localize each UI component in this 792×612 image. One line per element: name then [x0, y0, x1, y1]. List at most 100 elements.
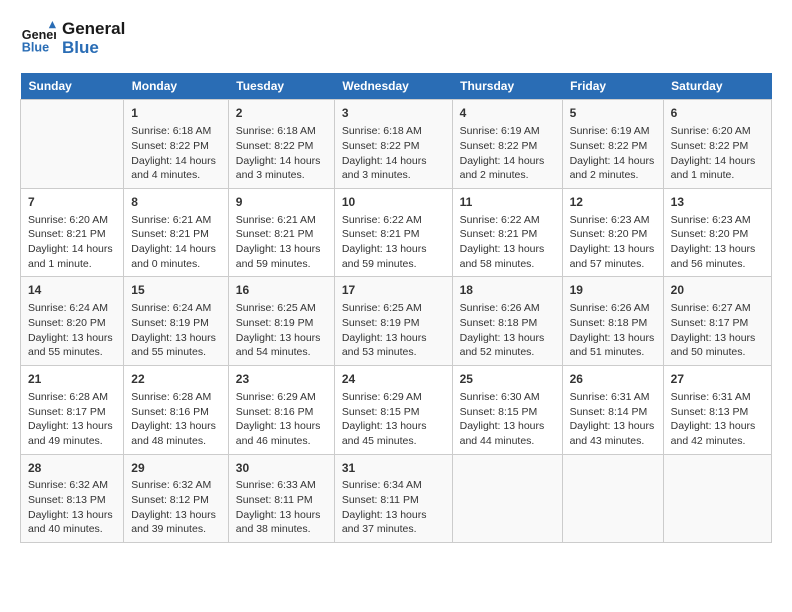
day-info: Sunset: 8:21 PM	[236, 227, 327, 242]
day-number: 11	[460, 194, 555, 211]
page-header: General Blue General Blue	[20, 20, 772, 57]
day-info: Sunrise: 6:19 AM	[460, 124, 555, 139]
day-info: Sunrise: 6:18 AM	[236, 124, 327, 139]
day-number: 9	[236, 194, 327, 211]
day-info: Sunset: 8:18 PM	[460, 316, 555, 331]
day-info: Sunrise: 6:28 AM	[131, 390, 221, 405]
day-info: Sunset: 8:17 PM	[671, 316, 764, 331]
calendar-cell: 9 Sunrise: 6:21 AMSunset: 8:21 PMDaylight…	[228, 188, 334, 277]
day-number: 26	[570, 371, 656, 388]
day-info: Sunset: 8:11 PM	[236, 493, 327, 508]
day-number: 8	[131, 194, 221, 211]
day-info: Sunset: 8:20 PM	[671, 227, 764, 242]
day-info: Sunset: 8:12 PM	[131, 493, 221, 508]
day-info: Sunset: 8:15 PM	[460, 405, 555, 420]
day-info: Sunrise: 6:21 AM	[236, 213, 327, 228]
day-info: Sunrise: 6:26 AM	[460, 301, 555, 316]
calendar-cell: 20Sunrise: 6:27 AMSunset: 8:17 PMDayligh…	[663, 277, 771, 366]
calendar-cell: 15Sunrise: 6:24 AMSunset: 8:19 PMDayligh…	[124, 277, 229, 366]
day-info: Sunset: 8:19 PM	[236, 316, 327, 331]
day-number: 23	[236, 371, 327, 388]
day-info: Sunrise: 6:31 AM	[671, 390, 764, 405]
day-info: Daylight: 14 hours and 1 minute.	[28, 242, 116, 271]
day-info: Sunset: 8:19 PM	[342, 316, 445, 331]
logo: General Blue General Blue	[20, 20, 125, 57]
day-info: Sunrise: 6:21 AM	[131, 213, 221, 228]
calendar-cell	[21, 100, 124, 189]
day-info: Sunset: 8:11 PM	[342, 493, 445, 508]
calendar-cell: 26Sunrise: 6:31 AMSunset: 8:14 PMDayligh…	[562, 366, 663, 455]
day-info: Daylight: 13 hours and 45 minutes.	[342, 419, 445, 448]
day-info: Sunset: 8:22 PM	[671, 139, 764, 154]
day-info: Sunset: 8:20 PM	[28, 316, 116, 331]
day-info: Sunset: 8:13 PM	[671, 405, 764, 420]
day-info: Sunrise: 6:23 AM	[570, 213, 656, 228]
week-row-4: 21Sunrise: 6:28 AMSunset: 8:17 PMDayligh…	[21, 366, 772, 455]
calendar-cell: 28Sunrise: 6:32 AMSunset: 8:13 PMDayligh…	[21, 454, 124, 543]
day-info: Daylight: 13 hours and 40 minutes.	[28, 508, 116, 537]
day-info: Sunrise: 6:29 AM	[236, 390, 327, 405]
day-number: 13	[671, 194, 764, 211]
calendar-cell: 30Sunrise: 6:33 AMSunset: 8:11 PMDayligh…	[228, 454, 334, 543]
calendar-table: SundayMondayTuesdayWednesdayThursdayFrid…	[20, 73, 772, 543]
day-info: Sunrise: 6:30 AM	[460, 390, 555, 405]
calendar-cell: 12Sunrise: 6:23 AMSunset: 8:20 PMDayligh…	[562, 188, 663, 277]
day-number: 10	[342, 194, 445, 211]
day-info: Daylight: 13 hours and 43 minutes.	[570, 419, 656, 448]
day-info: Daylight: 13 hours and 50 minutes.	[671, 331, 764, 360]
day-info: Sunset: 8:22 PM	[236, 139, 327, 154]
day-info: Sunrise: 6:22 AM	[342, 213, 445, 228]
calendar-cell: 31Sunrise: 6:34 AMSunset: 8:11 PMDayligh…	[334, 454, 452, 543]
day-number: 4	[460, 105, 555, 122]
day-info: Sunset: 8:16 PM	[131, 405, 221, 420]
day-info: Sunrise: 6:31 AM	[570, 390, 656, 405]
day-number: 27	[671, 371, 764, 388]
calendar-cell: 19Sunrise: 6:26 AMSunset: 8:18 PMDayligh…	[562, 277, 663, 366]
logo-icon: General Blue	[20, 21, 56, 57]
day-info: Daylight: 13 hours and 55 minutes.	[28, 331, 116, 360]
day-info: Sunrise: 6:18 AM	[131, 124, 221, 139]
calendar-cell: 25Sunrise: 6:30 AMSunset: 8:15 PMDayligh…	[452, 366, 562, 455]
calendar-cell: 13Sunrise: 6:23 AMSunset: 8:20 PMDayligh…	[663, 188, 771, 277]
weekday-header-sunday: Sunday	[21, 73, 124, 100]
day-info: Daylight: 14 hours and 3 minutes.	[342, 154, 445, 183]
day-info: Sunrise: 6:24 AM	[131, 301, 221, 316]
day-number: 31	[342, 460, 445, 477]
day-info: Sunset: 8:16 PM	[236, 405, 327, 420]
day-info: Daylight: 13 hours and 49 minutes.	[28, 419, 116, 448]
day-info: Sunrise: 6:33 AM	[236, 478, 327, 493]
calendar-cell: 14Sunrise: 6:24 AMSunset: 8:20 PMDayligh…	[21, 277, 124, 366]
day-info: Daylight: 13 hours and 46 minutes.	[236, 419, 327, 448]
day-info: Sunset: 8:22 PM	[570, 139, 656, 154]
day-info: Daylight: 13 hours and 42 minutes.	[671, 419, 764, 448]
day-number: 29	[131, 460, 221, 477]
day-info: Sunset: 8:22 PM	[342, 139, 445, 154]
week-row-5: 28Sunrise: 6:32 AMSunset: 8:13 PMDayligh…	[21, 454, 772, 543]
calendar-cell: 4Sunrise: 6:19 AMSunset: 8:22 PMDaylight…	[452, 100, 562, 189]
calendar-cell: 1Sunrise: 6:18 AMSunset: 8:22 PMDaylight…	[124, 100, 229, 189]
day-number: 19	[570, 282, 656, 299]
day-info: Sunset: 8:13 PM	[28, 493, 116, 508]
week-row-1: 1Sunrise: 6:18 AMSunset: 8:22 PMDaylight…	[21, 100, 772, 189]
calendar-cell: 3Sunrise: 6:18 AMSunset: 8:22 PMDaylight…	[334, 100, 452, 189]
day-number: 30	[236, 460, 327, 477]
day-info: Daylight: 13 hours and 59 minutes.	[236, 242, 327, 271]
day-info: Sunrise: 6:19 AM	[570, 124, 656, 139]
day-info: Daylight: 14 hours and 0 minutes.	[131, 242, 221, 271]
day-info: Daylight: 13 hours and 56 minutes.	[671, 242, 764, 271]
day-number: 6	[671, 105, 764, 122]
day-info: Sunset: 8:17 PM	[28, 405, 116, 420]
week-row-2: 7Sunrise: 6:20 AMSunset: 8:21 PMDaylight…	[21, 188, 772, 277]
day-info: Sunrise: 6:28 AM	[28, 390, 116, 405]
day-info: Sunrise: 6:22 AM	[460, 213, 555, 228]
calendar-cell: 16Sunrise: 6:25 AMSunset: 8:19 PMDayligh…	[228, 277, 334, 366]
logo-blue: Blue	[62, 39, 125, 58]
day-info: Sunrise: 6:20 AM	[671, 124, 764, 139]
day-info: Sunrise: 6:32 AM	[131, 478, 221, 493]
calendar-cell	[663, 454, 771, 543]
calendar-cell: 21Sunrise: 6:28 AMSunset: 8:17 PMDayligh…	[21, 366, 124, 455]
day-info: Sunset: 8:22 PM	[131, 139, 221, 154]
day-info: Daylight: 13 hours and 48 minutes.	[131, 419, 221, 448]
day-info: Sunrise: 6:24 AM	[28, 301, 116, 316]
day-info: Sunrise: 6:26 AM	[570, 301, 656, 316]
